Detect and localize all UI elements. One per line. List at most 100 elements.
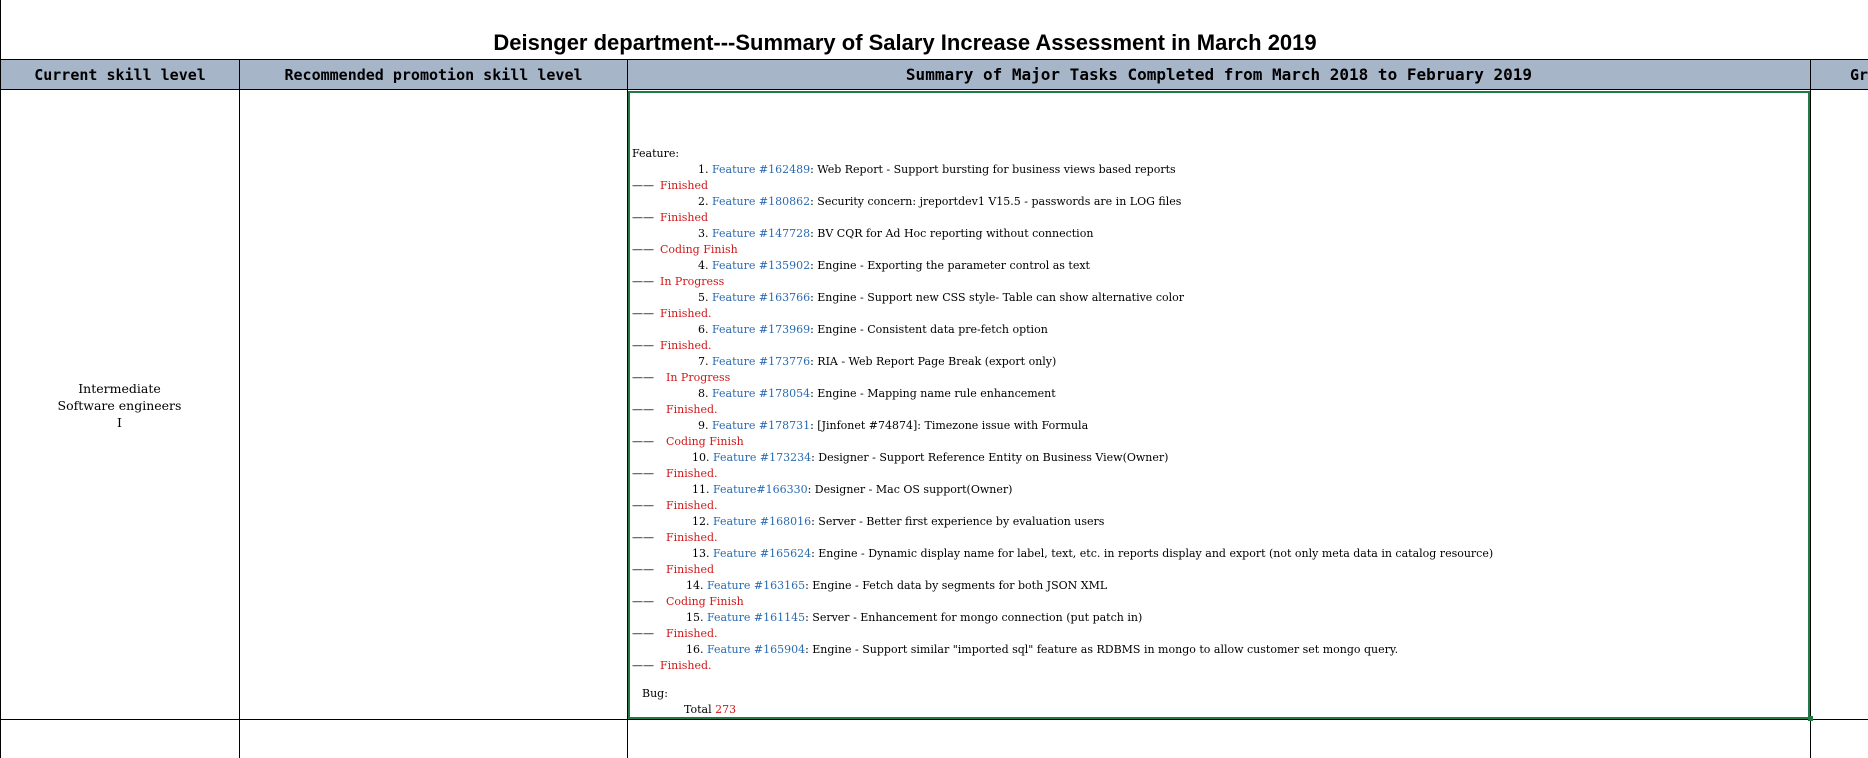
sheet-title: Deisnger department---Summary of Salary … bbox=[493, 30, 1317, 55]
feature-description: : Engine - Fetch data by segments for bo… bbox=[805, 579, 1108, 592]
status-text: Finished. bbox=[666, 467, 718, 480]
status-text: Finished. bbox=[660, 339, 712, 352]
feature-number: 13. bbox=[692, 547, 710, 560]
feature-description: : Engine - Exporting the parameter contr… bbox=[810, 259, 1090, 272]
status-dash: —— bbox=[632, 211, 654, 224]
status-line: —— Coding Finish bbox=[632, 435, 744, 449]
feature-description: : RIA - Web Report Page Break (export on… bbox=[810, 355, 1057, 368]
feature-link[interactable]: Feature #147728 bbox=[712, 227, 810, 240]
feature-link[interactable]: Feature #173969 bbox=[712, 323, 810, 336]
status-line: —— In Progress bbox=[632, 371, 730, 385]
feature-description: : [Jinfonet #74874]: Timezone issue with… bbox=[810, 419, 1089, 432]
feature-number: 7. bbox=[698, 355, 709, 368]
feature-link[interactable]: Feature #163165 bbox=[707, 579, 805, 592]
column-header-current-skill[interactable]: Current skill level bbox=[1, 59, 239, 90]
status-line: —— Coding Finish bbox=[632, 243, 738, 257]
status-line: —— Finished. bbox=[632, 531, 718, 545]
status-text: Coding Finish bbox=[666, 435, 744, 448]
status-text: In Progress bbox=[666, 371, 731, 384]
status-dash: —— bbox=[632, 467, 654, 480]
status-text: Finished. bbox=[666, 627, 718, 640]
status-line: —— Finished bbox=[632, 179, 708, 193]
feature-item: 16. Feature #165904: Engine - Support si… bbox=[686, 643, 1398, 657]
feature-item: 3. Feature #147728: BV CQR for Ad Hoc re… bbox=[698, 227, 1093, 241]
status-dash: —— bbox=[632, 627, 654, 640]
column-header-recommended-skill[interactable]: Recommended promotion skill level bbox=[240, 59, 627, 90]
feature-number: 12. bbox=[692, 515, 710, 528]
feature-description: : Engine - Support new CSS style- Table … bbox=[810, 291, 1184, 304]
status-line: —— Finished. bbox=[632, 467, 718, 481]
total-value: 273 bbox=[715, 703, 737, 716]
feature-description: : Designer - Mac OS support(Owner) bbox=[807, 483, 1013, 496]
feature-description: : Security concern: jreportdev1 V15.5 - … bbox=[810, 195, 1182, 208]
status-dash: —— bbox=[632, 371, 654, 384]
status-dash: —— bbox=[632, 403, 654, 416]
feature-link[interactable]: Feature #168016 bbox=[713, 515, 811, 528]
status-dash: —— bbox=[632, 275, 654, 288]
feature-link[interactable]: Feature #163766 bbox=[712, 291, 810, 304]
status-text: Finished. bbox=[666, 531, 718, 544]
feature-number: 5. bbox=[698, 291, 709, 304]
status-text: Coding Finish bbox=[666, 595, 744, 608]
feature-item: 1. Feature #162489: Web Report - Support… bbox=[698, 163, 1176, 177]
feature-link[interactable]: Feature #162489 bbox=[712, 163, 810, 176]
feature-number: 16. bbox=[686, 643, 704, 656]
feature-item: 13. Feature #165624: Engine - Dynamic di… bbox=[692, 547, 1493, 561]
status-dash: —— bbox=[632, 595, 654, 608]
feature-link[interactable]: Feature #165624 bbox=[713, 547, 811, 560]
feature-link[interactable]: Feature #178731 bbox=[712, 419, 810, 432]
skill-level-line: Software engineers bbox=[57, 397, 182, 413]
status-line: —— Finished. bbox=[632, 499, 718, 513]
status-text: Finished. bbox=[666, 403, 718, 416]
status-dash: —— bbox=[632, 531, 654, 544]
feature-link[interactable]: Feature#166330 bbox=[713, 483, 808, 496]
feature-link[interactable]: Feature #161145 bbox=[707, 611, 805, 624]
feature-description: : Server - Better first experience by ev… bbox=[811, 515, 1105, 528]
feature-item: 4. Feature #135902: Engine - Exporting t… bbox=[698, 259, 1090, 273]
status-dash: —— bbox=[632, 435, 654, 448]
feature-description: : BV CQR for Ad Hoc reporting without co… bbox=[810, 227, 1094, 240]
status-line: —— Finished bbox=[632, 563, 714, 577]
status-line: —— Finished. bbox=[632, 627, 718, 641]
recommended-skill-cell[interactable] bbox=[240, 91, 627, 719]
status-line: —— Finished bbox=[632, 211, 708, 225]
feature-link[interactable]: Feature #173234 bbox=[713, 451, 811, 464]
total-label: Total bbox=[684, 703, 712, 716]
status-dash: —— bbox=[632, 243, 654, 256]
feature-link[interactable]: Feature #165904 bbox=[707, 643, 805, 656]
feature-link[interactable]: Feature #173776 bbox=[712, 355, 810, 368]
status-text: Finished. bbox=[666, 499, 718, 512]
bug-total: Total 273 bbox=[684, 703, 736, 717]
column-header-task-summary[interactable]: Summary of Major Tasks Completed from Ma… bbox=[628, 59, 1810, 90]
feature-number: 1. bbox=[698, 163, 709, 176]
feature-number: 8. bbox=[698, 387, 709, 400]
status-dash: —— bbox=[632, 179, 654, 192]
feature-item: 14. Feature #163165: Engine - Fetch data… bbox=[686, 579, 1107, 593]
feature-link[interactable]: Feature #135902 bbox=[712, 259, 810, 272]
feature-description: : Engine - Dynamic display name for labe… bbox=[811, 547, 1494, 560]
feature-number: 15. bbox=[686, 611, 704, 624]
status-line: —— Finished. bbox=[632, 659, 712, 673]
task-summary-cell[interactable]: Feature: 1. Feature #162489: Web Report … bbox=[628, 91, 1810, 719]
bug-heading: Bug: bbox=[642, 687, 668, 700]
fill-handle[interactable] bbox=[1808, 716, 1813, 721]
feature-number: 4. bbox=[698, 259, 709, 272]
partial-cell[interactable] bbox=[1811, 91, 1868, 719]
status-line: —— Finished. bbox=[632, 307, 712, 321]
feature-item: 9. Feature #178731: [Jinfonet #74874]: T… bbox=[698, 419, 1088, 433]
feature-item: 12. Feature #168016: Server - Better fir… bbox=[692, 515, 1104, 529]
feature-link[interactable]: Feature #180862 bbox=[712, 195, 810, 208]
feature-number: 9. bbox=[698, 419, 709, 432]
status-text: In Progress bbox=[660, 275, 725, 288]
feature-link[interactable]: Feature #178054 bbox=[712, 387, 810, 400]
feature-item: 5. Feature #163766: Engine - Support new… bbox=[698, 291, 1184, 305]
current-skill-cell[interactable]: Intermediate Software engineers I bbox=[0, 91, 239, 719]
status-text: Finished bbox=[660, 179, 709, 192]
feature-number: 11. bbox=[692, 483, 710, 496]
status-line: —— Coding Finish bbox=[632, 595, 744, 609]
feature-number: 14. bbox=[686, 579, 704, 592]
column-header-partial[interactable]: Gr bbox=[1811, 59, 1868, 90]
spreadsheet: Deisnger department---Summary of Salary … bbox=[0, 0, 1868, 758]
feature-item: 6. Feature #173969: Engine - Consistent … bbox=[698, 323, 1048, 337]
feature-item: 15. Feature #161145: Server - Enhancemen… bbox=[686, 611, 1142, 625]
